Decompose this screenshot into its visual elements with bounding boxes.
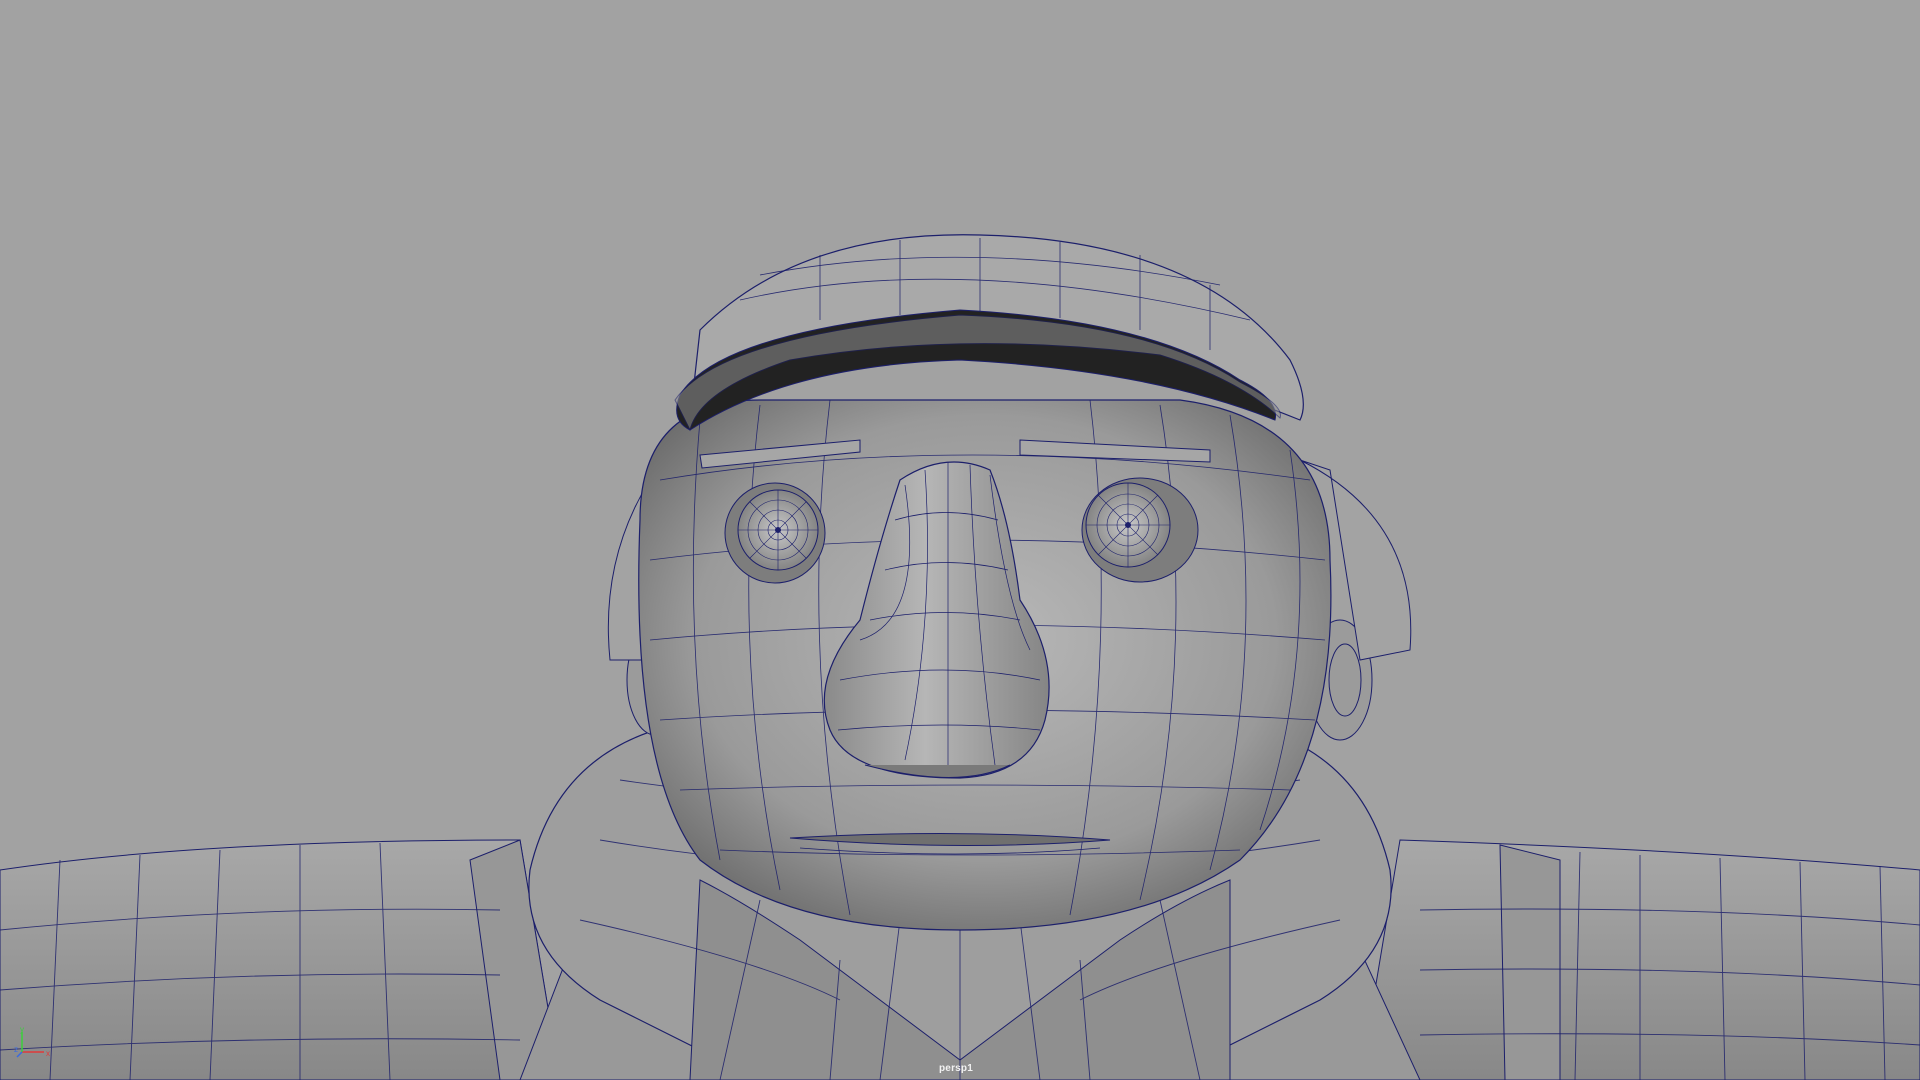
left-eye-mesh[interactable]: [724, 482, 826, 584]
axis-gizmo: x y z: [14, 1026, 50, 1058]
3d-viewport[interactable]: x y z persp1: [0, 0, 1920, 1080]
x-axis-label: x: [46, 1049, 50, 1058]
character-model[interactable]: [0, 0, 1920, 1080]
right-eye-mesh[interactable]: [1081, 477, 1199, 583]
z-axis-label: z: [14, 1045, 18, 1054]
camera-name-label: persp1: [939, 1063, 973, 1074]
y-axis-label: y: [20, 1026, 24, 1034]
